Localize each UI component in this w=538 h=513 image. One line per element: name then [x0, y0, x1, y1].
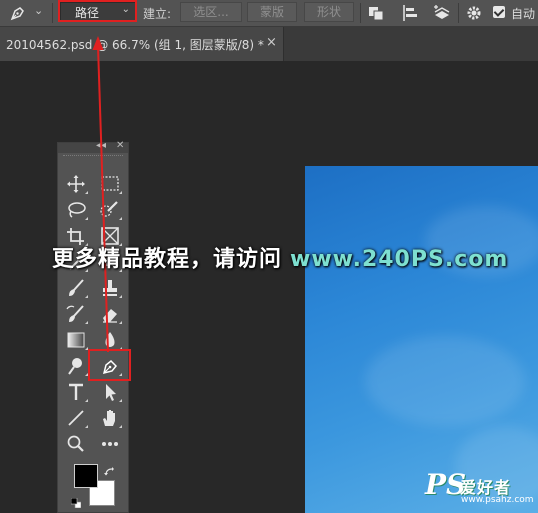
site-logo: PS 爱好者 www.psahz.com: [425, 468, 535, 508]
hand-tool-icon[interactable]: [98, 407, 122, 429]
gradient-tool-icon[interactable]: [64, 329, 88, 351]
sky-cloud: [365, 336, 525, 426]
make-selection-button[interactable]: 选区...: [180, 2, 242, 22]
auto-label: 自动: [511, 7, 536, 21]
clone-stamp-tool-icon[interactable]: [98, 277, 122, 299]
canvas-image[interactable]: [305, 166, 538, 513]
swap-colors-icon[interactable]: [104, 463, 116, 476]
path-alignment-icon[interactable]: [400, 3, 420, 23]
make-shape-button[interactable]: 形状: [304, 2, 354, 22]
gear-icon[interactable]: [464, 3, 484, 23]
close-icon[interactable]: ×: [266, 35, 277, 50]
foreground-color-swatch[interactable]: [74, 464, 98, 488]
path-arrangement-icon[interactable]: [432, 3, 452, 23]
path-selection-tool-icon[interactable]: [98, 381, 122, 403]
pen-tool-preset-icon[interactable]: [8, 3, 28, 23]
chevron-down-icon[interactable]: ⌄: [34, 4, 43, 17]
brush-tool-icon[interactable]: [64, 277, 88, 299]
document-tab-bar: 20104562.psd @ 66.7% (组 1, 图层蒙版/8) * ×: [0, 27, 538, 61]
panel-grip[interactable]: [63, 155, 123, 158]
default-colors-icon[interactable]: [70, 493, 82, 509]
watermark-text: 更多精品教程，请访问 www.240PS.com: [52, 241, 508, 273]
close-icon[interactable]: ✕: [116, 140, 124, 151]
move-tool-icon[interactable]: [64, 173, 88, 195]
panel-header[interactable]: ◂◂ ✕: [58, 140, 128, 153]
dodge-tool-icon[interactable]: [64, 355, 88, 377]
divider: [360, 3, 361, 23]
lasso-tool-icon[interactable]: [64, 199, 88, 221]
path-operations-icon[interactable]: [366, 3, 386, 23]
auto-add-delete-checkbox[interactable]: [493, 6, 505, 18]
document-tab[interactable]: 20104562.psd @ 66.7% (组 1, 图层蒙版/8) * ×: [0, 27, 284, 61]
divider: [52, 3, 53, 23]
quick-selection-tool-icon[interactable]: [98, 199, 122, 221]
watermark-chinese: 更多精品教程，请访问: [52, 247, 283, 272]
make-label: 建立:: [143, 7, 172, 21]
highlight-box-pen-tool: [88, 349, 131, 381]
watermark-url: www.240PS.com: [290, 247, 509, 272]
make-mask-button[interactable]: 蒙版: [247, 2, 297, 22]
marquee-tool-icon[interactable]: [98, 173, 122, 195]
blur-tool-icon[interactable]: [98, 329, 122, 351]
history-brush-tool-icon[interactable]: [64, 303, 88, 325]
document-title: 20104562.psd @ 66.7% (组 1, 图层蒙版/8) *: [6, 38, 264, 52]
zoom-tool-icon[interactable]: [64, 433, 88, 455]
tools-panel: ◂◂ ✕: [57, 140, 129, 513]
highlight-box-mode: [58, 0, 137, 22]
divider: [458, 3, 459, 23]
type-tool-icon[interactable]: [64, 381, 88, 403]
more-tools-icon[interactable]: [98, 433, 122, 455]
line-tool-icon[interactable]: [64, 407, 88, 429]
logo-site: www.psahz.com: [461, 495, 534, 505]
eraser-tool-icon[interactable]: [98, 303, 122, 325]
collapse-icon[interactable]: ◂◂: [96, 140, 106, 151]
options-bar: ⌄ 路径 ⌄ 建立: 选区... 蒙版 形状 自动: [0, 0, 538, 27]
